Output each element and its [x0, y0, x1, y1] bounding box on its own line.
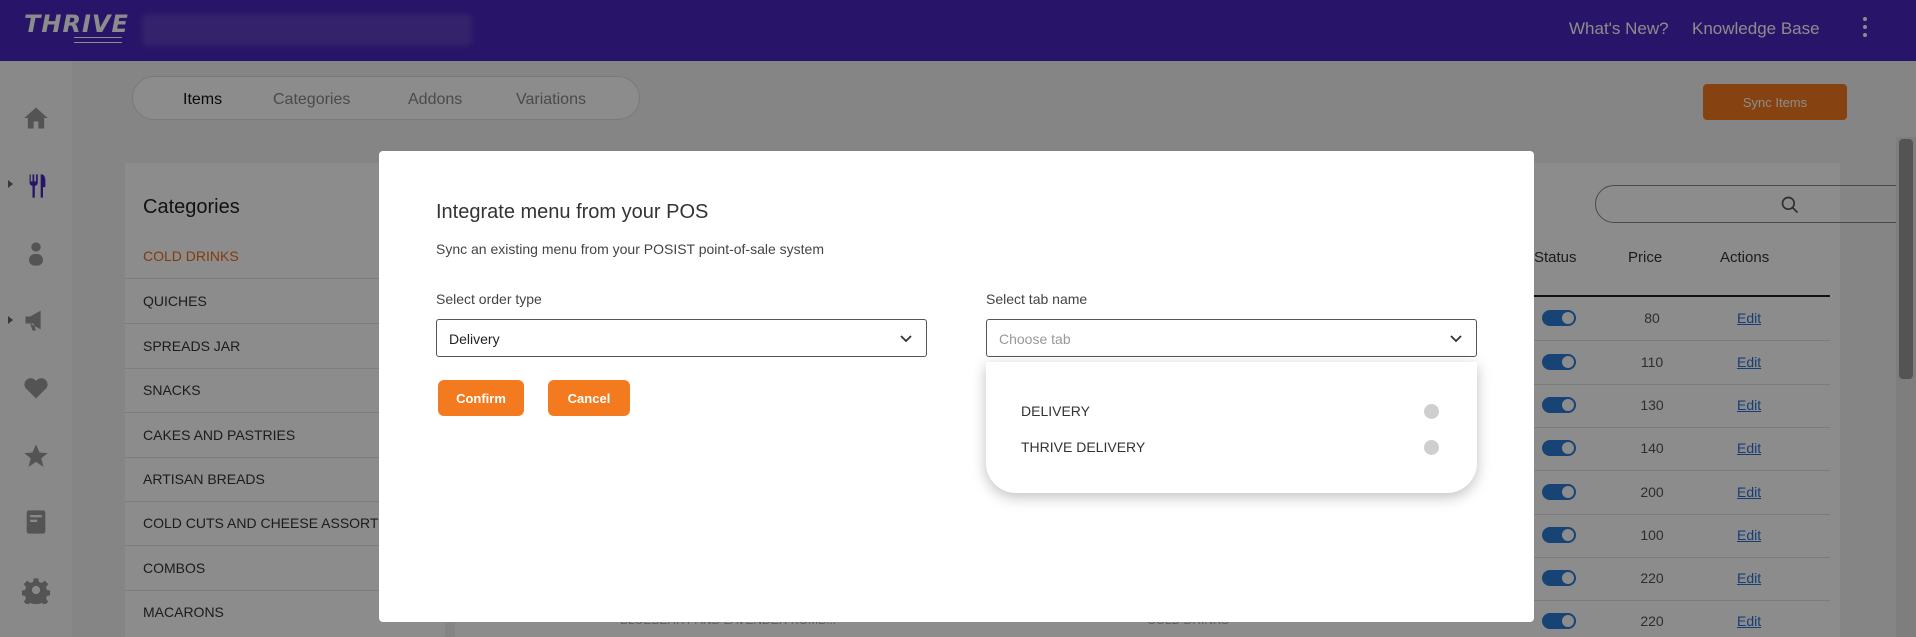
order-type-value: Delivery: [449, 331, 500, 347]
option-delivery[interactable]: DELIVERY: [1021, 403, 1090, 419]
confirm-button[interactable]: Confirm: [438, 380, 524, 416]
tab-name-dropdown: DELIVERY THRIVE DELIVERY: [986, 362, 1477, 493]
integrate-menu-modal: Integrate menu from your POS Sync an exi…: [379, 151, 1534, 622]
modal-subtitle: Sync an existing menu from your POSIST p…: [436, 241, 825, 257]
order-type-select[interactable]: Delivery: [436, 319, 927, 357]
cancel-button[interactable]: Cancel: [548, 380, 630, 416]
option-thrive-delivery[interactable]: THRIVE DELIVERY: [1021, 439, 1145, 455]
option-thrive-delivery-radio[interactable]: [1424, 440, 1439, 455]
modal-title: Integrate menu from your POS: [436, 201, 709, 223]
tab-name-label: Select tab name: [986, 291, 1088, 307]
tab-name-placeholder: Choose tab: [999, 331, 1071, 347]
option-delivery-radio[interactable]: [1424, 404, 1439, 419]
chevron-down-icon: [1448, 330, 1464, 346]
tab-name-select[interactable]: Choose tab: [986, 319, 1477, 357]
chevron-down-icon: [898, 330, 914, 346]
order-type-label: Select order type: [436, 291, 542, 307]
